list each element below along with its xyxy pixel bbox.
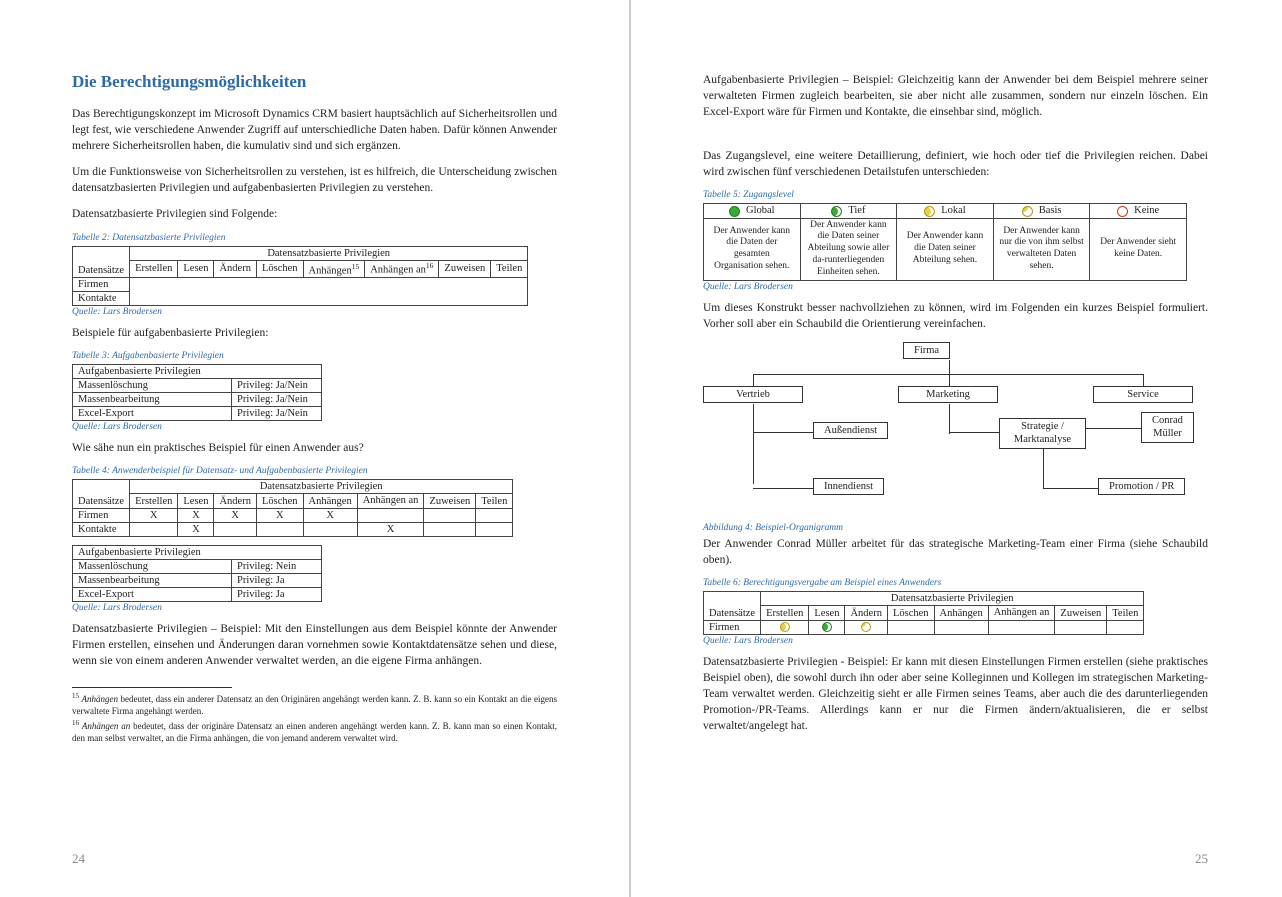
footnote-16: 16 Anhängen an bedeutet, dass der origin…: [72, 719, 557, 744]
priv-edit-icon: [861, 622, 871, 632]
table-example-datensatz: Datensätze Datensatzbasierte Privilegien…: [72, 479, 513, 537]
table-access-levels: Global Tief Lokal Basis Keine Der Anwend…: [703, 203, 1187, 280]
org-strategie: Strategie / Marktanalyse: [999, 418, 1086, 449]
paragraph: Wie sähe nun ein praktisches Beispiel fü…: [72, 440, 557, 456]
org-vertrieb: Vertrieb: [703, 386, 803, 403]
paragraph: Um die Funktionsweise von Sicherheitsrol…: [72, 164, 557, 196]
page-25: Aufgabenbasierte Privilegien – Beispiel:…: [631, 0, 1280, 897]
paragraph: Datensatzbasierte Privilegien – Beispiel…: [72, 621, 557, 669]
level-global-icon: [729, 206, 740, 217]
org-service: Service: [1093, 386, 1193, 403]
org-innendienst: Innendienst: [813, 478, 884, 495]
level-none-icon: [1117, 206, 1128, 217]
figure-caption: Abbildung 4: Beispiel-Organigramm: [703, 523, 1208, 533]
paragraph: Das Berechtigungskonzept im Microsoft Dy…: [72, 106, 557, 154]
table-caption: Tabelle 2: Datensatzbasierte Privilegien: [72, 233, 557, 243]
table-user-example: Datensätze Datensatzbasierte Privilegien…: [703, 591, 1144, 635]
table-source: Quelle: Lars Brodersen: [703, 636, 1208, 646]
paragraph: Der Anwender Conrad Müller arbeitet für …: [703, 536, 1208, 568]
org-firma: Firma: [903, 342, 950, 359]
paragraph: Das Zugangslevel, eine weitere Detaillie…: [703, 148, 1208, 180]
table-datensatz-privileges: Datensätze Datensatzbasierte Privilegien…: [72, 246, 528, 307]
table-source: Quelle: Lars Brodersen: [703, 282, 1208, 292]
page-24: Die Berechtigungsmöglichkeiten Das Berec…: [0, 0, 631, 897]
table-source: Quelle: Lars Brodersen: [72, 603, 557, 613]
org-conrad: Conrad Müller: [1141, 412, 1194, 443]
table-caption: Tabelle 4: Anwenderbeispiel für Datensat…: [72, 466, 557, 476]
page-number: 25: [1195, 851, 1208, 867]
footnote-separator: [72, 687, 232, 688]
table-caption: Tabelle 3: Aufgabenbasierte Privilegien: [72, 351, 557, 361]
org-marketing: Marketing: [898, 386, 998, 403]
paragraph: Datensatzbasierte Privilegien - Beispiel…: [703, 654, 1208, 734]
section-heading: Die Berechtigungsmöglichkeiten: [72, 72, 557, 92]
level-local-icon: [924, 206, 935, 217]
table-caption: Tabelle 6: Berechtigungsvergabe am Beisp…: [703, 578, 1208, 588]
paragraph: Aufgabenbasierte Privilegien – Beispiel:…: [703, 72, 1208, 120]
org-promotion: Promotion / PR: [1098, 478, 1185, 495]
org-chart: Firma Vertrieb Marketing Service Außendi…: [703, 342, 1183, 517]
level-basis-icon: [1022, 206, 1033, 217]
table-caption: Tabelle 5: Zugangslevel: [703, 190, 1208, 200]
paragraph: Datensatzbasierte Privilegien sind Folge…: [72, 206, 557, 222]
footnote-15: 15 Anhängen bedeutet, dass ein anderer D…: [72, 692, 557, 717]
table-source: Quelle: Lars Brodersen: [72, 307, 557, 317]
paragraph: Um dieses Konstrukt besser nachvollziehe…: [703, 300, 1208, 332]
priv-create-icon: [780, 622, 790, 632]
table-task-privileges: Aufgabenbasierte Privilegien Massenlösch…: [72, 364, 322, 421]
two-page-spread: Die Berechtigungsmöglichkeiten Das Berec…: [0, 0, 1282, 897]
page-number: 24: [72, 851, 85, 867]
table-example-task: Aufgabenbasierte Privilegien Massenlösch…: [72, 545, 322, 602]
level-deep-icon: [831, 206, 842, 217]
org-aussendienst: Außendienst: [813, 422, 888, 439]
table-source: Quelle: Lars Brodersen: [72, 422, 557, 432]
priv-read-icon: [822, 622, 832, 632]
paragraph: Beispiele für aufgabenbasierte Privilegi…: [72, 325, 557, 341]
